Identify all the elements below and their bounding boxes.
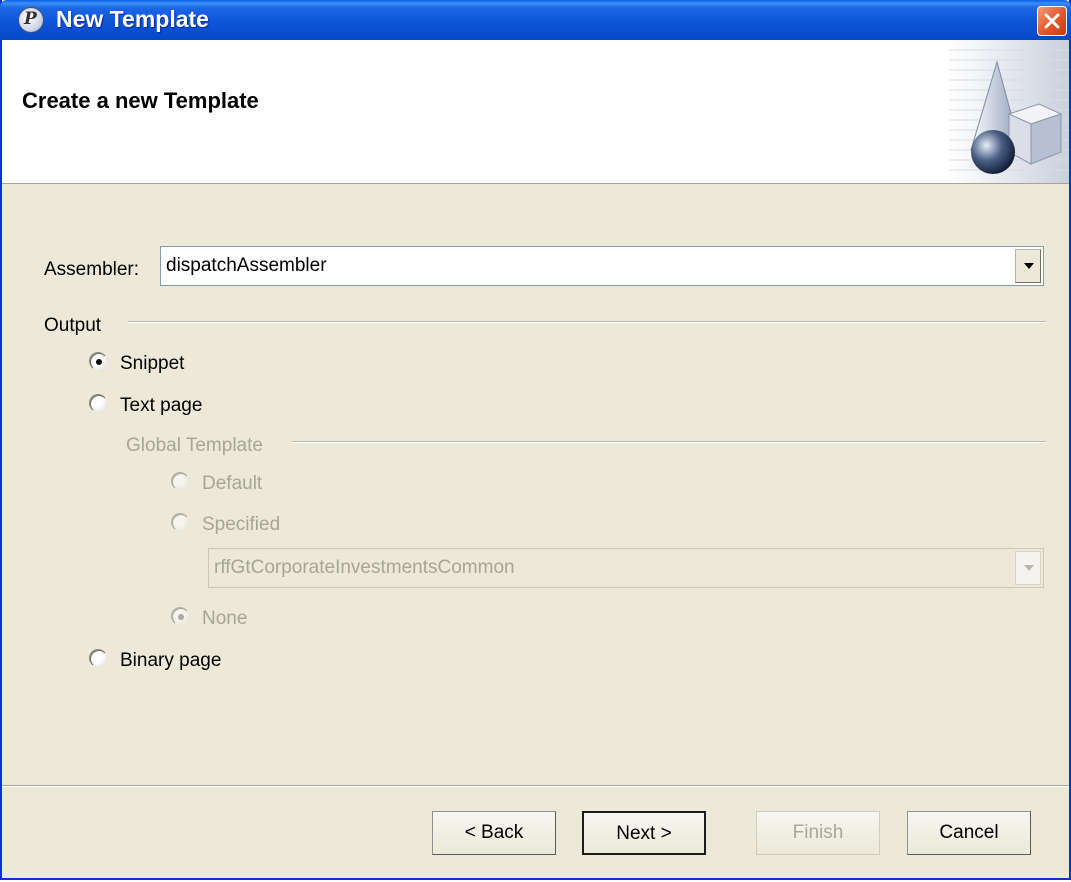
none-label[interactable]: None (202, 608, 247, 630)
assembler-combo[interactable]: dispatchAssembler (160, 246, 1044, 286)
specified-label[interactable]: Specified (202, 514, 280, 536)
button-bar-separator (2, 785, 1069, 787)
new-template-dialog: P New Template Create a new Template Ass… (0, 0, 1071, 880)
assembler-label: Assembler: (44, 259, 140, 280)
back-button[interactable]: < Back (432, 811, 556, 855)
finish-button[interactable]: Finish (756, 811, 880, 855)
window-title: New Template (56, 6, 209, 32)
specified-template-combo[interactable]: rffGtCorporateInvestmentsCommon (208, 548, 1044, 588)
output-group-divider (128, 321, 1046, 323)
global-template-group-divider (292, 441, 1046, 443)
default-label[interactable]: Default (202, 473, 262, 495)
global-template-group-label: Global Template (126, 435, 263, 456)
close-button[interactable] (1037, 6, 1067, 36)
text-page-radio[interactable] (90, 395, 108, 413)
text-page-label[interactable]: Text page (120, 395, 202, 417)
chevron-down-icon[interactable] (1015, 551, 1041, 585)
binary-page-radio[interactable] (90, 650, 108, 668)
specified-radio[interactable] (172, 514, 190, 532)
app-logo-icon: P (18, 7, 44, 33)
next-button[interactable]: Next > (582, 811, 706, 855)
page-title: Create a new Template (22, 88, 259, 113)
binary-page-label[interactable]: Binary page (120, 650, 221, 672)
output-group-label: Output (44, 315, 102, 336)
cancel-button[interactable]: Cancel (907, 811, 1031, 855)
close-icon (1044, 13, 1060, 29)
none-radio[interactable] (172, 608, 190, 626)
wizard-content: Assembler: dispatchAssembler Output Snip… (2, 184, 1069, 784)
assembler-value: dispatchAssembler (166, 255, 327, 276)
snippet-label[interactable]: Snippet (120, 353, 184, 375)
snippet-radio[interactable] (90, 353, 108, 371)
default-radio[interactable] (172, 473, 190, 491)
wizard-header: Create a new Template (2, 40, 1069, 184)
chevron-down-icon[interactable] (1015, 249, 1041, 283)
specified-template-value: rffGtCorporateInvestmentsCommon (214, 557, 515, 578)
title-bar: P New Template (0, 0, 1071, 40)
wizard-shapes-icon (949, 40, 1069, 183)
